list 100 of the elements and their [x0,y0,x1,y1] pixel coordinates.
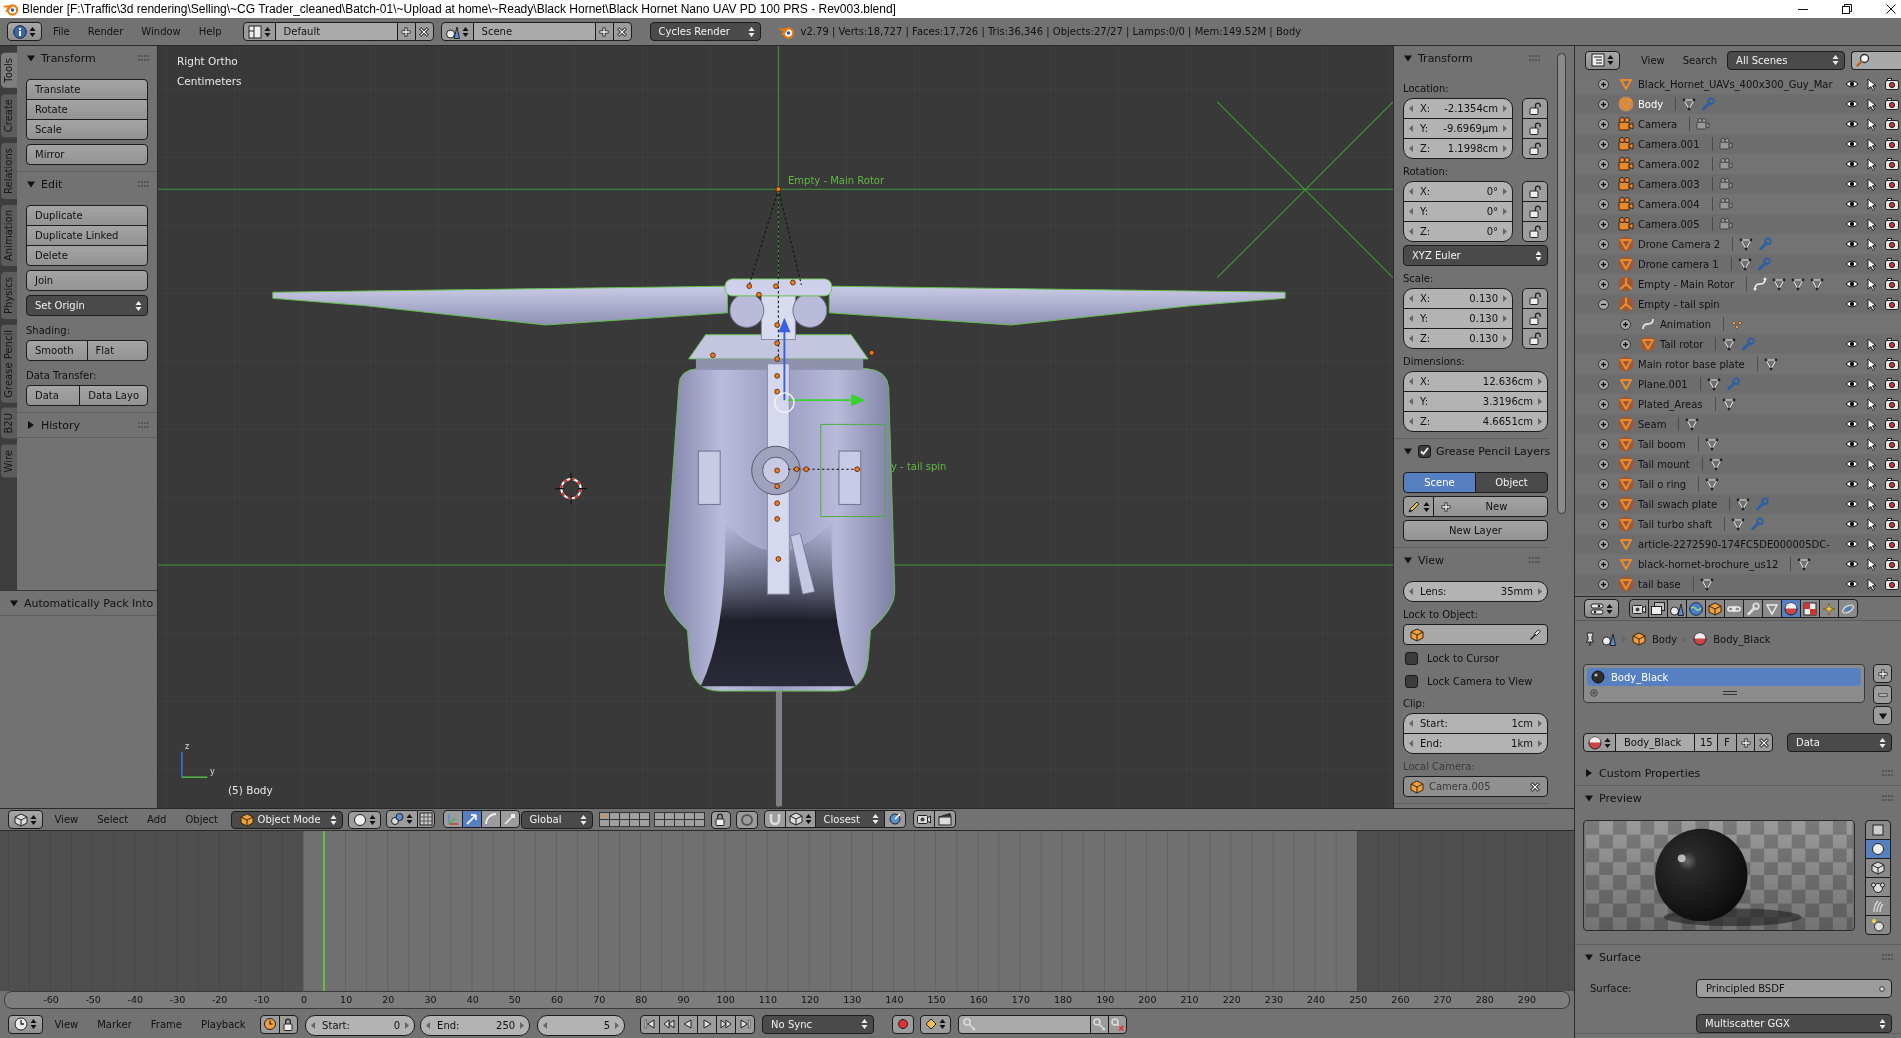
number-field[interactable]: End: 1km [1403,733,1548,754]
tool-button[interactable]: Delete [26,245,148,266]
number-field[interactable]: Start: 0 [305,1014,416,1036]
number-field[interactable]: X: 12.636cm [1403,371,1548,392]
cursor-arrow-icon[interactable] [1867,97,1877,111]
eye-icon[interactable] [1845,339,1859,349]
preview-shape-button[interactable] [1865,820,1891,840]
increment-arrow-icon[interactable] [1538,418,1542,425]
proportional-edit-button[interactable] [735,810,758,829]
snap-toggle[interactable] [763,810,786,828]
lock-toggle[interactable] [1522,328,1548,349]
camera-render-icon[interactable] [1885,98,1899,110]
expand-icon[interactable] [1598,118,1609,130]
outliner-item[interactable]: black-hornet-brochure_us12 [1638,558,1779,570]
preview-shape-button[interactable] [1865,858,1891,878]
camera-render-icon[interactable] [1885,78,1899,90]
dropdown-menu[interactable]: Set Origin [26,295,148,316]
layer-grid[interactable] [653,812,705,827]
outliner-item[interactable]: Camera.002 [1638,158,1700,170]
properties-tab[interactable] [1819,599,1839,618]
tool-button[interactable]: Mirror [26,144,148,165]
expanded-triangle-icon[interactable] [1584,793,1594,803]
decrement-arrow-icon[interactable] [543,1021,548,1029]
camera-render-icon[interactable] [1885,498,1899,510]
increment-arrow-icon[interactable] [1538,398,1542,405]
camera-render-icon[interactable] [1885,138,1899,150]
editor-type-button[interactable] [1584,599,1619,618]
camera-render-icon[interactable] [1885,118,1899,130]
expand-icon[interactable] [1598,458,1609,470]
properties-tab[interactable] [1648,599,1668,618]
lock-toggle[interactable] [1522,98,1548,119]
tool-button[interactable]: Join [26,270,148,291]
align-rotation-button[interactable] [883,810,906,828]
camera-render-icon[interactable] [1885,338,1899,350]
editor-type-button[interactable] [8,1014,43,1034]
decrement-arrow-icon[interactable] [426,1021,431,1029]
screen-layout-field[interactable]: Default [274,22,398,41]
material-name-field[interactable]: Body_Black [1615,733,1695,752]
cursor-arrow-icon[interactable] [1867,77,1877,91]
decrement-arrow-icon[interactable] [1409,398,1413,405]
scene-field[interactable]: Scene [472,22,596,41]
outliner-item[interactable]: Body [1638,98,1664,110]
number-field[interactable]: Z: 4.6651cm [1403,411,1548,432]
lock-toggle[interactable] [1522,118,1548,139]
expand-icon[interactable] [1598,218,1609,230]
expanded-triangle-icon[interactable] [1403,446,1413,456]
tool-tab[interactable]: Animation [1,204,17,266]
properties-tab[interactable] [1800,599,1820,618]
eye-icon[interactable] [1845,519,1859,529]
shader-selector[interactable]: Principled BSDF [1696,979,1892,998]
outliner-item[interactable]: Seam [1638,418,1667,430]
tool-tab[interactable]: Create [1,93,17,137]
cursor-arrow-icon[interactable] [1867,197,1877,211]
panel-title[interactable]: Transform [41,51,96,65]
eye-icon[interactable] [1845,159,1859,169]
expanded-triangle-icon[interactable] [26,53,36,63]
manipulator-toggle[interactable] [461,810,482,828]
tool-button[interactable]: Duplicate [26,205,148,226]
expand-icon[interactable] [1598,478,1609,490]
3d-cursor-icon[interactable] [554,472,588,505]
camera-render-icon[interactable] [1885,278,1899,290]
increment-arrow-icon[interactable] [1503,145,1507,152]
preview-range-toggle[interactable] [260,1014,281,1034]
increment-arrow-icon[interactable] [1503,295,1507,302]
panel-title[interactable]: Grease Pencil Layers [1436,444,1551,458]
sync-dropdown[interactable]: No Sync [762,1014,875,1034]
tool-tab[interactable]: Wire [1,445,17,478]
editor-type-button[interactable] [1585,50,1620,70]
properties-tab[interactable] [1629,599,1649,618]
outliner-item[interactable]: Tail turbo shaft [1638,518,1713,530]
number-field[interactable]: 5 [537,1014,626,1036]
expand-icon[interactable] [1598,258,1609,270]
camera-render-icon[interactable] [1885,478,1899,490]
expand-icon[interactable] [1598,518,1609,530]
cursor-arrow-icon[interactable] [1867,137,1877,151]
collapsed-triangle-icon[interactable] [26,420,36,430]
tool-button[interactable]: Duplicate Linked [26,225,148,246]
eye-icon[interactable] [1845,379,1859,389]
camera-render-icon[interactable] [1885,398,1899,410]
cursor-arrow-icon[interactable] [1867,417,1877,431]
expand-icon[interactable] [1598,138,1609,150]
outliner-item[interactable]: Empty - tail spin [1638,298,1720,310]
playback-button[interactable] [640,1014,661,1034]
preview-shape-button[interactable] [1865,896,1891,916]
playback-button[interactable] [659,1014,680,1034]
increment-arrow-icon[interactable] [1538,588,1542,595]
material-browse-button[interactable] [1583,733,1616,752]
cursor-arrow-icon[interactable] [1867,377,1877,391]
eyedropper-icon[interactable] [1529,628,1541,641]
tool-tab[interactable]: Relations [1,142,17,199]
camera-render-icon[interactable] [1885,158,1899,170]
tool-button[interactable]: Flat [86,340,148,361]
keying-set-field[interactable] [958,1014,1092,1034]
expand-icon[interactable] [1598,438,1609,450]
camera-render-icon[interactable] [1885,378,1899,390]
camera-render-icon[interactable] [1885,258,1899,270]
outliner-item[interactable]: Camera.001 [1638,138,1700,150]
preview-shape-button[interactable] [1865,915,1891,935]
keying-dropdown[interactable] [920,1014,952,1034]
properties-tab[interactable] [1838,599,1858,618]
